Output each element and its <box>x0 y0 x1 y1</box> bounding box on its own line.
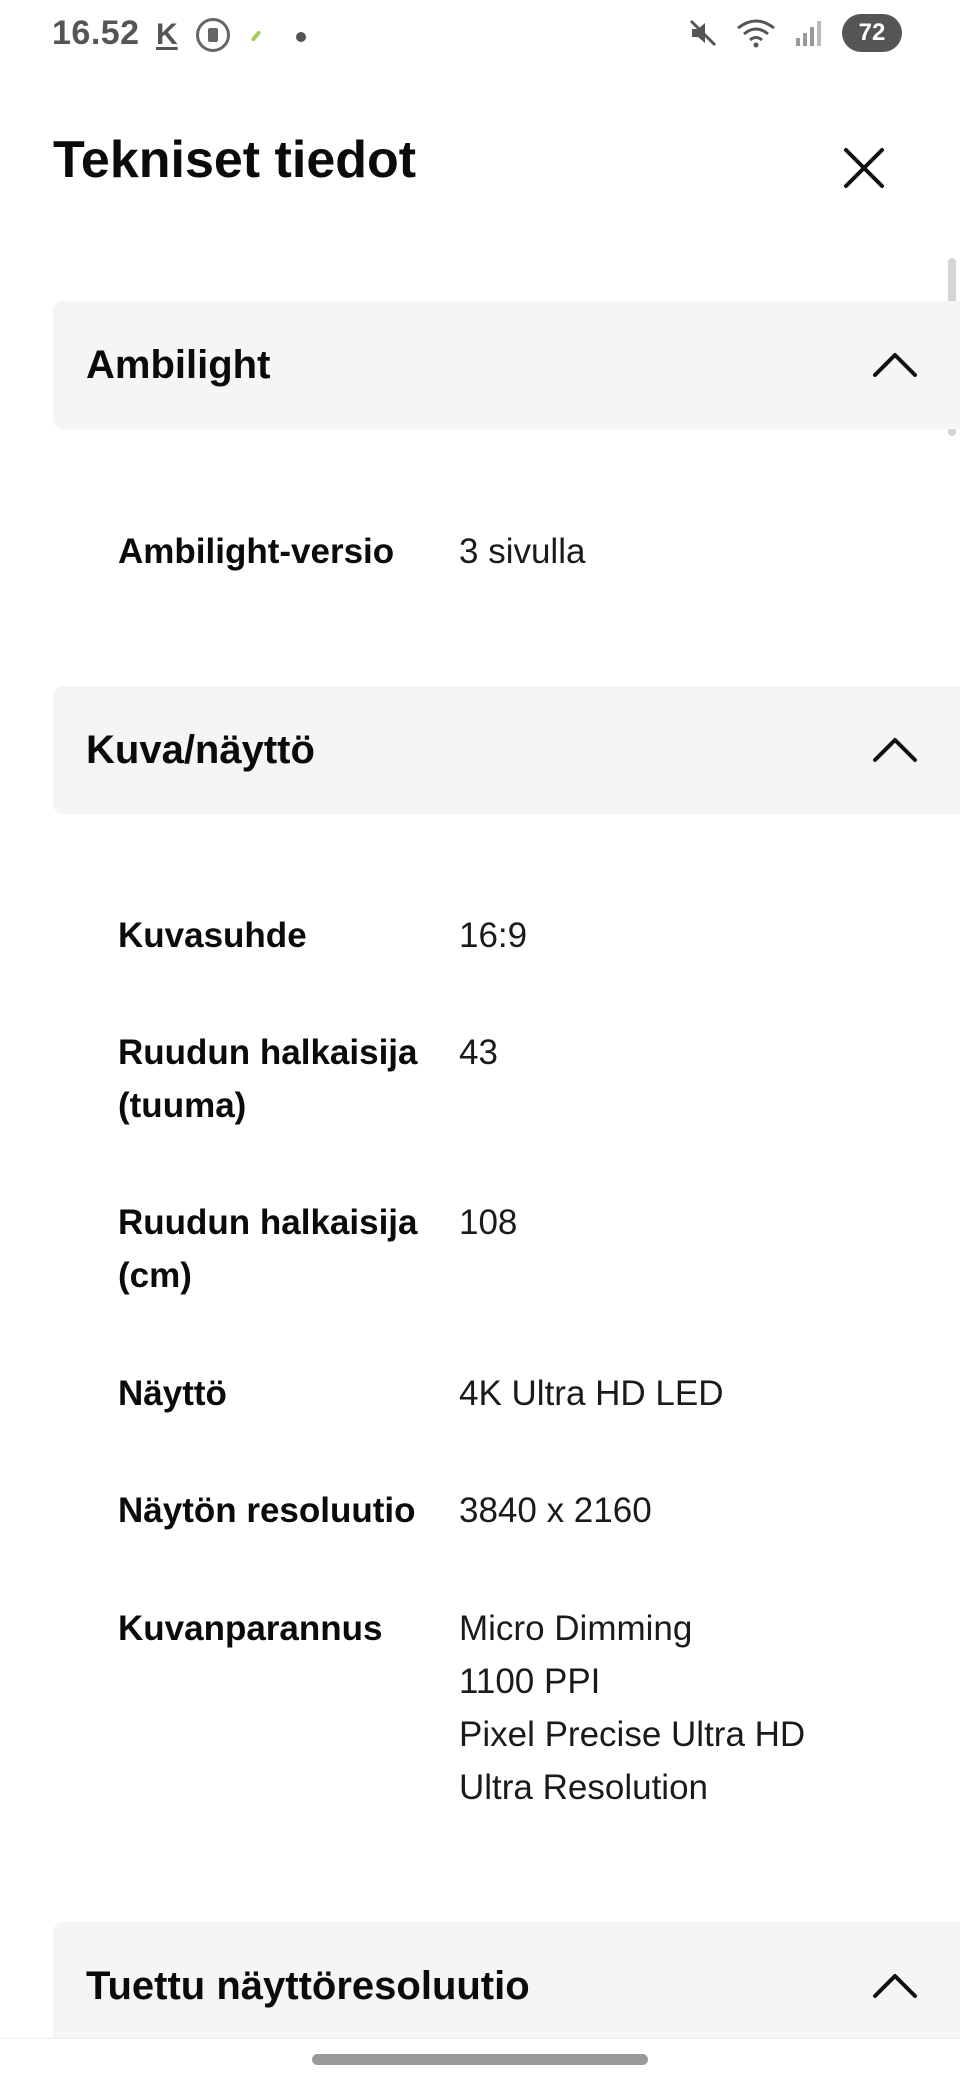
clipboard-icon <box>196 18 230 52</box>
section-header-ambilight[interactable]: Ambilight <box>53 301 960 429</box>
spec-value-ambilight-versio: 3 sivulla <box>459 525 919 578</box>
navigation-bar <box>0 2038 960 2080</box>
spec-value-ruudun-halkaisija-cm: 108 <box>459 1196 919 1249</box>
leaf-icon <box>250 30 262 42</box>
close-button[interactable] <box>836 140 892 196</box>
spec-value-line: 16:9 <box>459 916 528 955</box>
battery-indicator: 72 <box>842 14 902 52</box>
spec-value-line: 108 <box>459 1203 518 1242</box>
spec-value-line: 3840 x 2160 <box>459 1491 652 1530</box>
section-header-kuva-naytto[interactable]: Kuva/näyttö <box>53 686 960 814</box>
wifi-icon <box>737 19 775 48</box>
page-title: Tekniset tiedot <box>53 131 417 189</box>
spec-value-line: 43 <box>459 1033 498 1072</box>
spec-value-ruudun-halkaisija-tuuma: 43 <box>459 1026 919 1079</box>
spec-value-line: Micro Dimming <box>459 1609 693 1648</box>
section-title: Ambilight <box>86 343 271 387</box>
close-icon <box>844 148 884 188</box>
spec-value-line: 3 sivulla <box>459 532 586 571</box>
spec-label-ambilight-versio: Ambilight-versio <box>118 532 395 571</box>
k-app-icon: K <box>156 18 178 51</box>
spec-label-ruudun-halkaisija-tuuma: Ruudun halkaisija (tuuma) <box>118 1033 418 1125</box>
spec-label-kuvasuhde: Kuvasuhde <box>118 916 307 955</box>
chevron-up-icon <box>873 1974 917 1998</box>
spec-value-nayton-resoluutio: 3840 x 2160 <box>459 1484 919 1537</box>
spec-label-naytto: Näyttö <box>118 1374 227 1413</box>
spec-value-line: Ultra Resolution <box>459 1768 708 1807</box>
mute-icon <box>689 19 717 47</box>
spec-label-ruudun-halkaisija-cm: Ruudun halkaisija (cm) <box>118 1203 418 1295</box>
spec-value-line: 1100 PPI <box>459 1662 601 1701</box>
status-icons-right: 72 <box>688 14 902 52</box>
signal-icon <box>796 21 821 46</box>
section-header-tuettu-nayttoresoluutio[interactable]: Tuettu näyttöresoluutio <box>53 1922 960 2050</box>
spec-label-kuvanparannus: Kuvanparannus <box>118 1609 383 1648</box>
section-title: Tuettu näyttöresoluutio <box>86 1964 530 2008</box>
status-time: 16.52 <box>52 14 140 52</box>
spec-value-kuvanparannus: Micro Dimming 1100 PPI Pixel Precise Ult… <box>459 1602 919 1814</box>
dot-icon <box>296 32 306 42</box>
spec-label-nayton-resoluutio: Näytön resoluutio <box>118 1491 416 1530</box>
spec-value-kuvasuhde: 16:9 <box>459 909 919 962</box>
chevron-up-icon <box>873 353 917 377</box>
section-title: Kuva/näyttö <box>86 728 315 772</box>
spec-value-naytto: 4K Ultra HD LED <box>459 1367 919 1420</box>
modal-header: Tekniset tiedot <box>0 110 960 220</box>
spec-value-line: Pixel Precise Ultra HD <box>459 1715 806 1754</box>
spec-value-line: 4K Ultra HD LED <box>459 1374 724 1413</box>
chevron-up-icon <box>873 738 917 762</box>
gesture-handle[interactable] <box>312 2054 648 2065</box>
status-bar: 16.52 K 72 <box>0 0 960 72</box>
